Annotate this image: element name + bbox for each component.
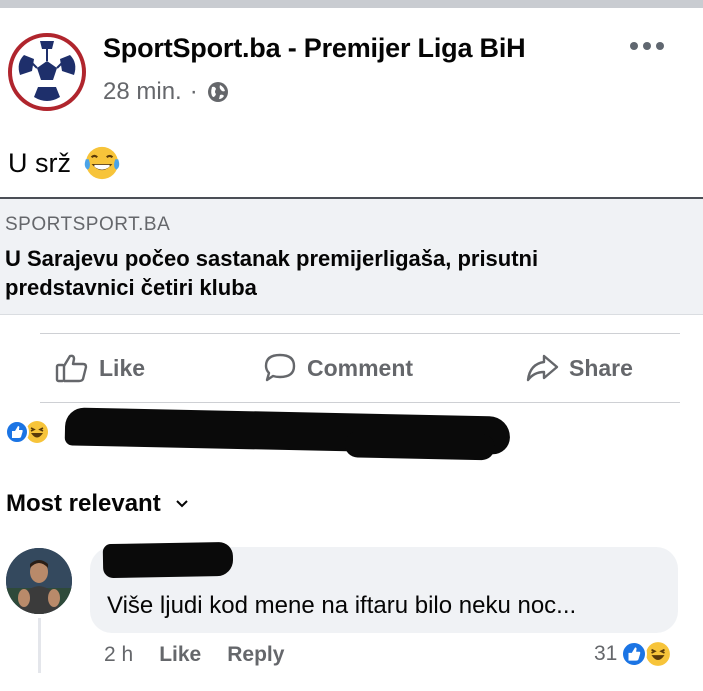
post-meta: 28 min. · bbox=[103, 78, 230, 106]
comment-reactions[interactable]: 31 bbox=[594, 641, 671, 667]
comment-button[interactable]: Comment bbox=[263, 352, 413, 384]
comment-text: Više ljudi kod mene na iftaru bilo neku … bbox=[107, 592, 577, 619]
divider-bottom bbox=[40, 402, 680, 403]
like-reaction-icon bbox=[621, 641, 648, 667]
comment-reaction-count: 31 bbox=[594, 642, 618, 665]
comment-sort-dropdown[interactable]: Most relevant bbox=[6, 490, 189, 518]
thumbs-up-icon bbox=[55, 354, 88, 383]
globe-icon bbox=[207, 82, 228, 102]
more-options-icon[interactable] bbox=[630, 42, 664, 50]
comment-icon bbox=[264, 353, 296, 382]
haha-reaction-icon bbox=[646, 642, 671, 666]
user-photo-icon bbox=[6, 548, 72, 614]
thread-line bbox=[38, 618, 41, 673]
comment-like-button[interactable]: Like bbox=[159, 643, 201, 667]
action-bar: Like Comment Share bbox=[0, 340, 703, 396]
redacted-commenter-name bbox=[102, 541, 234, 579]
page-name[interactable]: SportSport.ba - Premijer Liga BiH bbox=[103, 33, 526, 64]
comment-label: Comment bbox=[307, 354, 414, 381]
page-avatar[interactable] bbox=[8, 33, 86, 111]
like-label: Like bbox=[99, 354, 146, 381]
post-text: U srž bbox=[8, 144, 121, 182]
link-domain: SPORTSPORT.BA bbox=[5, 214, 171, 235]
share-button[interactable]: Share bbox=[525, 352, 633, 384]
share-icon bbox=[526, 354, 559, 382]
comment-time[interactable]: 2 h bbox=[104, 643, 133, 667]
chevron-down-icon bbox=[176, 500, 188, 508]
like-reaction-icon bbox=[5, 420, 29, 444]
football-logo-icon bbox=[14, 39, 80, 105]
redacted-reactor-names bbox=[64, 407, 511, 455]
post-text-content: U srž bbox=[8, 147, 71, 178]
like-button[interactable]: Like bbox=[55, 352, 145, 384]
comment-reply-button[interactable]: Reply bbox=[227, 643, 284, 667]
meta-separator: · bbox=[189, 78, 198, 105]
divider-top bbox=[40, 333, 680, 334]
reactions-summary[interactable] bbox=[5, 420, 49, 444]
share-label: Share bbox=[569, 354, 633, 381]
sort-label: Most relevant bbox=[6, 490, 161, 517]
top-bar bbox=[0, 0, 703, 8]
tears-of-joy-emoji-icon bbox=[84, 146, 120, 180]
link-title[interactable]: U Sarajevu počeo sastanak premijerligaša… bbox=[5, 244, 665, 302]
comment-meta: 2 h Like Reply bbox=[104, 643, 284, 667]
commenter-avatar[interactable] bbox=[6, 548, 72, 614]
post-time[interactable]: 28 min. bbox=[103, 78, 182, 106]
